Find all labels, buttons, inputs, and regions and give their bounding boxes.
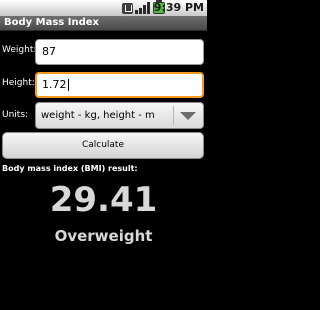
weight-input[interactable]: 87 (35, 39, 204, 65)
signal-icon (135, 2, 151, 14)
units-label: Units: (2, 110, 29, 120)
height-input-value: 1.72 (42, 78, 67, 91)
height-label: Height: (2, 78, 35, 88)
chevron-down-icon[interactable] (180, 112, 196, 120)
status-bar: 9:39 PM (0, 0, 207, 16)
bmi-category: Overweight (54, 227, 153, 245)
app-title: Body Mass Index (4, 17, 99, 28)
dropdown-divider (173, 106, 174, 125)
text-caret (67, 79, 69, 91)
weight-input-value: 87 (42, 45, 56, 58)
units-selected-value: weight - kg, height - m (41, 110, 155, 121)
calculate-button[interactable]: Calculate (2, 132, 204, 159)
bmi-value: 29.41 (49, 180, 158, 220)
height-input[interactable]: 1.72 (35, 72, 204, 98)
usb-icon (122, 2, 133, 14)
weight-label: Weight: (2, 45, 37, 55)
result-label: Body mass index (BMI) result: (2, 164, 138, 173)
status-clock: 9:39 PM (153, 1, 204, 14)
app-title-bar: Body Mass Index (0, 16, 207, 31)
units-dropdown[interactable]: weight - kg, height - m (35, 102, 204, 129)
